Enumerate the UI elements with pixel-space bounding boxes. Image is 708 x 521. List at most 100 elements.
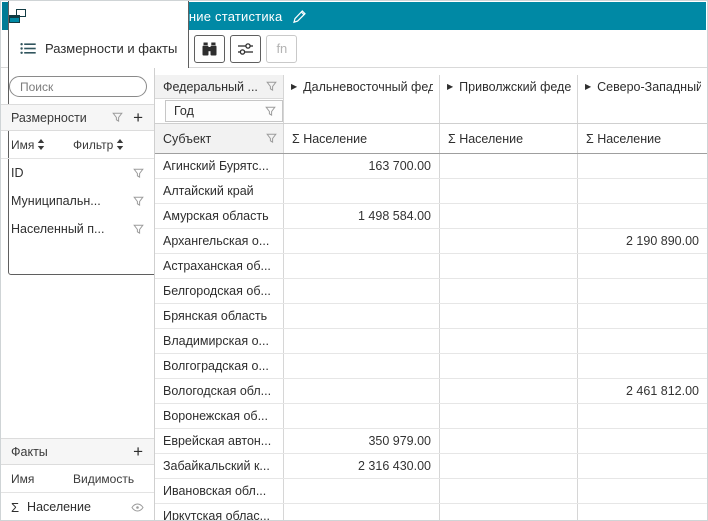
column-group-header[interactable]: ▶ Приволжский федеральный округ — [439, 75, 577, 123]
value-cell[interactable]: 350 979.00 — [283, 429, 439, 453]
row-label-cell[interactable]: Волгоградская о... — [155, 354, 283, 378]
value-cell[interactable] — [439, 329, 577, 353]
edit-title-pencil-icon[interactable] — [292, 9, 307, 24]
filter-icon[interactable] — [266, 133, 277, 144]
row-label-cell[interactable]: Агинский Бурятс... — [155, 154, 283, 178]
value-cell[interactable] — [283, 279, 439, 303]
column-group-header[interactable]: ▶ Северо-Западный федеральный округ — [577, 75, 707, 123]
value-cell[interactable] — [283, 379, 439, 403]
value-cell[interactable] — [439, 404, 577, 428]
value-cell[interactable]: 1 498 584.00 — [283, 204, 439, 228]
filter-icon[interactable] — [133, 168, 144, 179]
sort-icon[interactable] — [116, 139, 124, 150]
dimension-item[interactable]: Населенный п... — [1, 215, 154, 243]
value-cell[interactable] — [283, 304, 439, 328]
dimension-item[interactable]: ID — [1, 159, 154, 187]
value-cell[interactable] — [439, 379, 577, 403]
row-label-cell[interactable]: Ивановская обл... — [155, 479, 283, 503]
subject-header-cell[interactable]: Субъект — [155, 124, 283, 153]
row-dimension-cell[interactable]: Год — [165, 100, 283, 122]
add-fact-button[interactable]: + — [132, 443, 144, 460]
value-cell[interactable] — [283, 179, 439, 203]
value-cell[interactable] — [283, 479, 439, 503]
row-label-cell[interactable]: Владимирская о... — [155, 329, 283, 353]
row-label-cell[interactable]: Забайкальский к... — [155, 454, 283, 478]
fn-formula-button[interactable]: fn — [266, 35, 297, 63]
value-cell[interactable] — [439, 279, 577, 303]
value-cell[interactable]: 2 190 890.00 — [577, 229, 707, 253]
row-label-cell[interactable]: Архангельская о... — [155, 229, 283, 253]
dimensions-filter-column-label[interactable]: Фильтр — [73, 138, 113, 152]
value-cell[interactable] — [577, 329, 707, 353]
expand-icon[interactable]: ▶ — [585, 80, 591, 94]
row-label-cell[interactable]: Астраханская об... — [155, 254, 283, 278]
value-cell[interactable] — [283, 329, 439, 353]
row-label-cell[interactable]: Еврейская автон... — [155, 429, 283, 453]
measure-header-cell[interactable]: Σ Население — [577, 124, 707, 153]
value-cell[interactable] — [283, 229, 439, 253]
dimension-item[interactable]: Муниципальн... — [1, 187, 154, 215]
fact-item[interactable]: Σ Население — [1, 493, 154, 521]
filter-icon[interactable] — [266, 81, 277, 92]
value-cell[interactable] — [283, 354, 439, 378]
value-cell[interactable] — [577, 354, 707, 378]
row-label-cell[interactable]: Воронежская об... — [155, 404, 283, 428]
dimensions-filter-icon[interactable] — [112, 112, 123, 123]
dimension-item-label: Населенный п... — [11, 222, 133, 236]
row-label-cell[interactable]: Белгородская об... — [155, 279, 283, 303]
value-cell[interactable]: 2 461 812.00 — [577, 379, 707, 403]
value-cell[interactable] — [439, 179, 577, 203]
value-cell[interactable] — [283, 404, 439, 428]
value-cell[interactable] — [439, 254, 577, 278]
row-label-cell[interactable]: Алтайский край — [155, 179, 283, 203]
value-cell[interactable] — [577, 279, 707, 303]
row-label-cell[interactable]: Брянская область — [155, 304, 283, 328]
value-cell[interactable] — [577, 304, 707, 328]
value-cell[interactable] — [577, 454, 707, 478]
value-cell[interactable] — [577, 429, 707, 453]
value-cell[interactable] — [439, 354, 577, 378]
value-cell[interactable] — [439, 229, 577, 253]
value-cell[interactable] — [577, 404, 707, 428]
expand-icon[interactable]: ▶ — [291, 80, 297, 94]
expand-icon[interactable]: ▶ — [447, 80, 453, 94]
filter-icon[interactable] — [133, 224, 144, 235]
column-dimension-cell[interactable]: Федеральный ... — [155, 75, 283, 99]
value-cell[interactable] — [283, 254, 439, 278]
value-cell[interactable]: 2 316 430.00 — [283, 454, 439, 478]
value-cell[interactable] — [439, 479, 577, 503]
column-group-header[interactable]: ▶ Дальневосточный федеральный округ — [283, 75, 439, 123]
table-row: Архангельская о... 2 190 890.00 — [155, 229, 707, 254]
row-label-cell[interactable]: Иркутская облас... — [155, 504, 283, 521]
value-cell[interactable]: 163 700.00 — [283, 154, 439, 178]
row-label-cell[interactable]: Амурская область — [155, 204, 283, 228]
dimensions-name-column-label[interactable]: Имя — [11, 138, 34, 152]
value-cell[interactable] — [577, 254, 707, 278]
value-cell[interactable] — [439, 429, 577, 453]
value-cell[interactable] — [439, 154, 577, 178]
table-row: Иркутская облас... — [155, 504, 707, 521]
settings-sliders-button[interactable] — [230, 35, 261, 63]
value-cell[interactable] — [577, 479, 707, 503]
sort-icon[interactable] — [37, 139, 45, 150]
add-dimension-button[interactable]: + — [132, 109, 144, 126]
value-cell[interactable] — [283, 504, 439, 521]
search-binoculars-button[interactable] — [194, 35, 225, 63]
table-row: Ивановская обл... — [155, 479, 707, 504]
measure-header-cell[interactable]: Σ Население — [283, 124, 439, 153]
value-cell[interactable] — [439, 504, 577, 521]
value-cell[interactable] — [439, 454, 577, 478]
measure-header-cell[interactable]: Σ Население — [439, 124, 577, 153]
value-cell[interactable] — [439, 304, 577, 328]
value-cell[interactable] — [577, 179, 707, 203]
value-cell[interactable] — [439, 204, 577, 228]
visibility-eye-icon[interactable] — [131, 503, 144, 512]
app-window: Мультисфера - Население статистика Разме… — [0, 0, 708, 521]
value-cell[interactable] — [577, 204, 707, 228]
filter-icon[interactable] — [265, 106, 276, 117]
search-input[interactable] — [9, 76, 147, 97]
value-cell[interactable] — [577, 504, 707, 521]
value-cell[interactable] — [577, 154, 707, 178]
filter-icon[interactable] — [133, 196, 144, 207]
row-label-cell[interactable]: Вологодская обл... — [155, 379, 283, 403]
